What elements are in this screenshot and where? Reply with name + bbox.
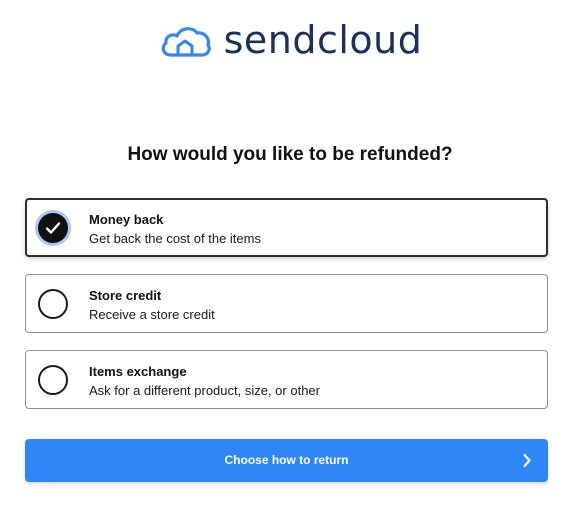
option-description: Ask for a different product, size, or ot… (89, 383, 320, 398)
refund-options: Money back Get back the cost of the item… (25, 198, 548, 426)
cloud-icon (161, 27, 211, 57)
chevron-right-icon (523, 453, 531, 468)
option-description: Get back the cost of the items (89, 231, 261, 246)
option-description: Receive a store credit (89, 307, 215, 322)
option-money-back[interactable]: Money back Get back the cost of the item… (25, 198, 548, 257)
brand-name: sendcloud (223, 18, 423, 62)
option-title: Money back (89, 212, 164, 227)
radio-unchecked[interactable] (38, 289, 68, 319)
option-title: Items exchange (89, 364, 187, 379)
radio-unchecked[interactable] (38, 365, 68, 395)
option-items-exchange[interactable]: Items exchange Ask for a different produ… (25, 350, 548, 409)
button-label: Choose how to return (224, 453, 349, 467)
option-title: Store credit (89, 288, 162, 303)
page-heading: How would you like to be refunded? (127, 144, 453, 165)
brand-logo: sendcloud (0, 18, 580, 62)
option-store-credit[interactable]: Store credit Receive a store credit (25, 274, 548, 333)
radio-checked[interactable] (38, 213, 68, 243)
checkmark-icon (45, 222, 61, 234)
choose-how-to-return-button[interactable]: Choose how to return (25, 439, 548, 482)
